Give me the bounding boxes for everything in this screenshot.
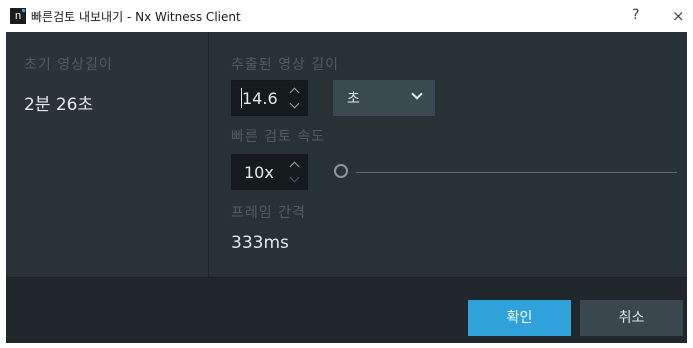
export-dialog: 초기 영상길이 2분 26초 (6, 32, 687, 343)
extracted-length-label: 추출된 영상 길이 (231, 57, 340, 73)
initial-info-panel: 초기 영상길이 2분 26초 (6, 32, 209, 277)
frame-interval-value: 333ms (231, 233, 289, 253)
speed-slider-track[interactable] (356, 172, 677, 173)
speed-slider-handle[interactable] (334, 164, 348, 178)
increment-up-icon[interactable] (287, 85, 301, 98)
unit-select-value: 초 (347, 91, 360, 107)
initial-length-value: 2분 26초 (24, 95, 94, 115)
window-title: 빠른검토 내보내기 - Nx Witness Client (31, 10, 241, 24)
chevron-down-icon (411, 88, 423, 100)
decrement-down-icon[interactable] (287, 172, 301, 186)
increment-up-icon[interactable] (287, 159, 301, 172)
cancel-button[interactable]: 취소 (580, 300, 683, 336)
unit-select[interactable]: 초 (333, 80, 435, 116)
title-bar: n 빠른검토 내보내기 - Nx Witness Client ? × (0, 0, 693, 32)
extracted-length-input[interactable]: 14.6 (242, 89, 278, 108)
extracted-length-spinbox[interactable]: 14.6 (231, 80, 308, 116)
confirm-button[interactable]: 확인 (468, 300, 571, 336)
speed-input[interactable]: 10x (244, 163, 274, 182)
app-logo-icon: n (10, 8, 26, 24)
speed-spinbox[interactable]: 10x (231, 154, 308, 190)
decrement-down-icon[interactable] (287, 98, 301, 112)
initial-length-label: 초기 영상길이 (24, 57, 113, 73)
help-button[interactable]: ? (632, 7, 639, 23)
frame-interval-label: 프레임 간격 (231, 205, 306, 221)
close-button[interactable]: × (672, 7, 685, 25)
speed-label: 빠른 검토 속도 (231, 129, 326, 145)
